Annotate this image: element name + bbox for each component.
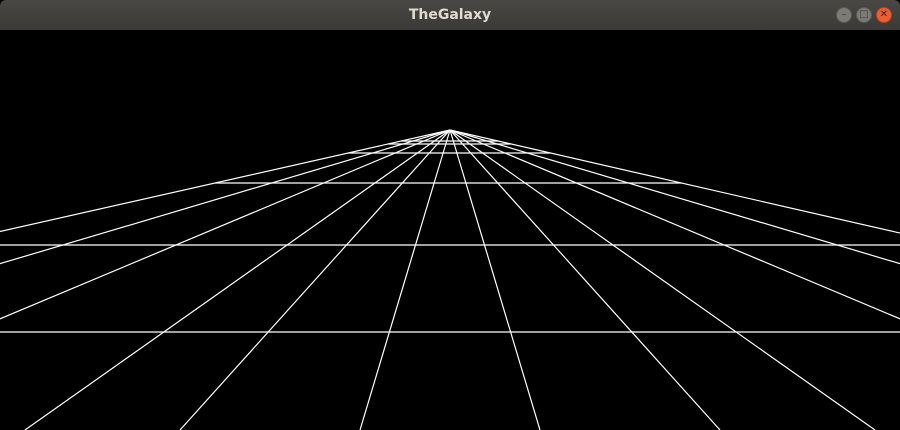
grid-line-vertical: [24, 129, 451, 430]
app-window: TheGalaxy – □ ✕: [0, 0, 900, 430]
grid-line-vertical: [449, 129, 876, 430]
grid-line-vertical: [449, 129, 900, 320]
grid-line-vertical: [449, 129, 541, 430]
title-bar[interactable]: TheGalaxy – □ ✕: [0, 0, 900, 30]
grid-line-vertical: [449, 129, 900, 234]
grid-line-vertical: [0, 129, 451, 233]
grid-line-vertical: [0, 129, 451, 265]
grid-line-vertical: [449, 129, 721, 430]
grid-line-vertical: [359, 129, 451, 430]
minimize-icon: –: [841, 9, 847, 20]
maximize-button[interactable]: □: [856, 7, 872, 23]
minimize-button[interactable]: –: [836, 7, 852, 23]
close-button[interactable]: ✕: [876, 7, 892, 23]
perspective-grid: [0, 129, 900, 430]
close-icon: ✕: [879, 9, 889, 20]
grid-line-vertical: [449, 129, 900, 265]
maximize-icon: □: [859, 9, 869, 20]
window-controls: – □ ✕: [836, 7, 892, 23]
grid-line-vertical: [0, 129, 451, 320]
game-canvas[interactable]: [0, 30, 900, 430]
window-title: TheGalaxy: [408, 7, 492, 23]
grid-line-vertical: [179, 129, 451, 430]
